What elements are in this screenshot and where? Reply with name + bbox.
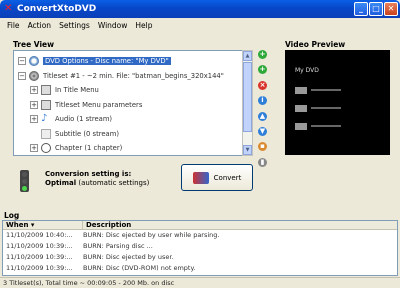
expand-icon[interactable]: +: [30, 115, 38, 124]
maximize-button[interactable]: □: [369, 2, 383, 16]
sort-down-icon: ▾: [30, 221, 35, 229]
log-when: 11/10/2009 10:39:...: [6, 253, 73, 261]
tree-item[interactable]: − DVD Options - Disc name: "My DVD": [18, 54, 252, 69]
scroll-thumb[interactable]: [243, 62, 252, 132]
log-row[interactable]: 11/10/2009 10:39:... BURN: Disc (DVD-ROM)…: [3, 263, 397, 274]
convert-icon: [192, 171, 209, 184]
move-up-icon[interactable]: ▲: [258, 111, 267, 121]
log-description: BURN: Disc ejected by user.: [83, 253, 174, 261]
tree-view[interactable]: − DVD Options - Disc name: "My DVD" − Title…: [13, 50, 253, 156]
tree-item[interactable]: + Chapter (1 chapter): [18, 141, 252, 155]
info-icon[interactable]: i: [258, 96, 267, 106]
settings-icon[interactable]: ▪: [258, 142, 267, 152]
title-bar: ✕ ConvertXtoDVD _ □ ✕: [0, 0, 400, 18]
log-heading: Log: [4, 211, 20, 220]
menu-bar: File Action Settings Window Help: [0, 18, 400, 32]
menu-action[interactable]: Action: [24, 21, 56, 30]
scroll-down-button[interactable]: ▼: [243, 145, 252, 155]
log-column-description[interactable]: Description: [83, 221, 131, 229]
scroll-up-button[interactable]: ▲: [243, 51, 252, 61]
log-when: 11/10/2009 10:40:...: [6, 231, 73, 239]
add-icon[interactable]: +: [258, 50, 267, 59]
tree-scrollbar[interactable]: ▲ ▼: [242, 50, 253, 156]
dvd-icon: [29, 56, 39, 67]
traffic-light-icon: [20, 170, 29, 192]
tree-item-label: In Title Menu: [55, 86, 99, 95]
minimize-button[interactable]: _: [354, 2, 368, 16]
music-note-icon: ♪: [41, 113, 48, 125]
log-column-when[interactable]: When ▾: [3, 221, 83, 229]
tree-item[interactable]: − Titleset #1 - ~2 min. File: "batman_beg…: [18, 69, 252, 84]
tree-item-label: Titleset #1 - ~2 min. File: "batman_begi…: [43, 71, 224, 80]
menu-icon: [41, 85, 51, 96]
conversion-setting-value: Optimal: [45, 179, 77, 187]
convert-button[interactable]: Convert: [181, 164, 253, 191]
log-description: BURN: Disc (DVD-ROM) not empty.: [83, 264, 196, 272]
conversion-setting: Conversion setting is: Optimal (automati…: [45, 170, 149, 188]
log-table: When ▾ Description 11/10/2009 10:40:... B…: [2, 220, 398, 276]
tree-item[interactable]: + Titleset Menu parameters: [18, 98, 252, 113]
window-controls: _ □ ✕: [354, 2, 398, 16]
log-row[interactable]: 11/10/2009 10:39:... BURN: Parsing disc .…: [3, 241, 397, 252]
tree-view-heading: Tree View: [13, 40, 55, 49]
expand-icon[interactable]: +: [30, 86, 38, 95]
subtitle-icon: [41, 128, 51, 139]
log-description: BURN: Disc ejected by user while parsing…: [83, 231, 220, 239]
menu-settings[interactable]: Settings: [55, 21, 94, 30]
preview-menu-title: My DVD: [295, 67, 319, 74]
tree-item-label: Chapter (1 chapter): [55, 144, 123, 153]
dvd-menu-preview: My DVD: [295, 67, 341, 130]
preview-thumbnail-2: [295, 105, 307, 112]
tree-item[interactable]: + ♪ Audio (1 stream): [18, 112, 252, 127]
conversion-setting-detail: (automatic settings): [78, 179, 150, 187]
video-preview-heading: Video Preview: [285, 40, 346, 49]
conversion-setting-label: Conversion setting is:: [45, 170, 132, 178]
menu-file[interactable]: File: [3, 21, 24, 30]
tree-item[interactable]: +Video: [18, 156, 252, 157]
move-down-icon[interactable]: ▼: [258, 126, 267, 136]
log-row[interactable]: 11/10/2009 10:39:... BURN: Disc ejected b…: [3, 252, 397, 263]
tree-item-label: Titleset Menu parameters: [55, 100, 143, 109]
bars-icon[interactable]: ▮: [258, 157, 267, 167]
tree-item-label: DVD Options - Disc name: "My DVD": [43, 57, 171, 66]
video-preview: My DVD: [285, 50, 390, 155]
add-alt-icon[interactable]: +: [258, 65, 267, 75]
film-reel-icon: [29, 70, 39, 81]
expand-icon[interactable]: +: [30, 144, 38, 153]
tree-item[interactable]: + In Title Menu: [18, 83, 252, 98]
collapse-icon[interactable]: −: [18, 71, 26, 80]
close-button[interactable]: ✕: [384, 2, 398, 16]
log-description: BURN: Parsing disc ...: [83, 242, 153, 250]
collapse-icon[interactable]: −: [18, 57, 26, 66]
window-title: ConvertXtoDVD: [17, 4, 97, 14]
status-bar: 3 Titleset(s), Total time ~ 00:09:05 - 2…: [0, 277, 400, 288]
app-icon: ✕: [4, 3, 13, 14]
log-when: 11/10/2009 10:39:...: [6, 242, 73, 250]
menu-help[interactable]: Help: [131, 21, 156, 30]
log-when: 11/10/2009 10:39:...: [6, 264, 73, 272]
log-header: When ▾ Description: [3, 221, 397, 230]
preview-thumbnail-3: [295, 123, 307, 130]
expand-icon[interactable]: +: [30, 100, 38, 109]
menu-window[interactable]: Window: [94, 21, 132, 30]
tree-toolbar: + + × i ▲ ▼ ▪ ▮: [258, 50, 268, 173]
remove-icon[interactable]: ×: [258, 80, 267, 90]
tree-item-label: Subtitle (0 stream): [55, 129, 119, 138]
menu-icon: [41, 99, 51, 110]
preview-thumbnail-1: [295, 87, 307, 94]
log-row[interactable]: 11/10/2009 10:40:... BURN: Disc ejected b…: [3, 230, 397, 241]
convert-button-label: Convert: [213, 173, 242, 182]
tree-item-label: Audio (1 stream): [55, 115, 113, 124]
clock-icon: [41, 143, 51, 154]
tree-item[interactable]: Subtitle (0 stream): [18, 127, 252, 142]
